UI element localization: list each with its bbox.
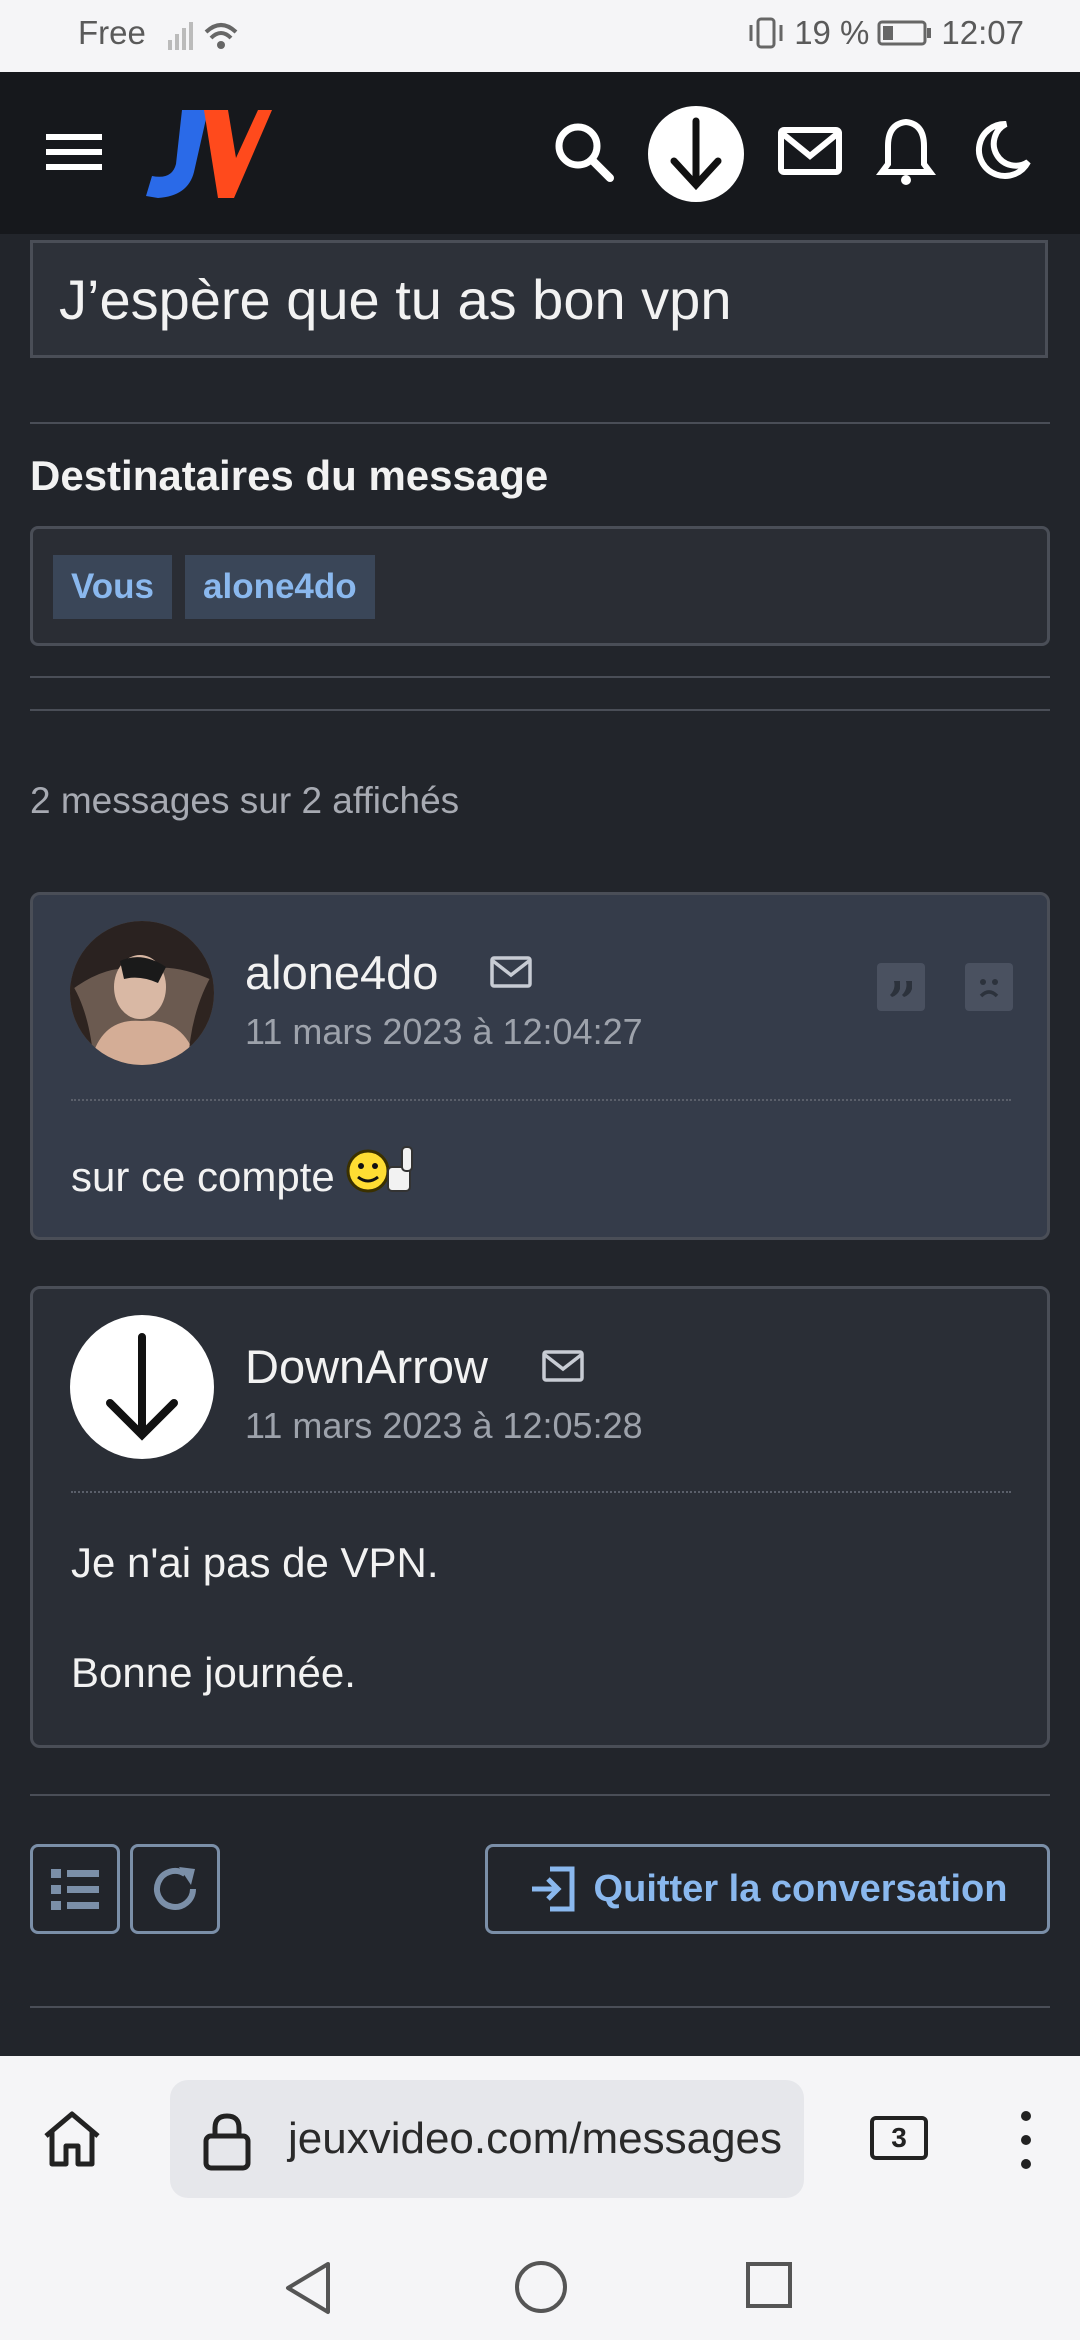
recipient-tag-you[interactable]: Vous bbox=[53, 555, 172, 619]
exit-door-icon bbox=[531, 1866, 575, 1912]
user-avatar-button[interactable] bbox=[648, 106, 744, 202]
battery-icon bbox=[877, 20, 932, 46]
vibrate-icon bbox=[749, 17, 783, 49]
system-nav-bar bbox=[0, 2236, 1080, 2340]
bell-icon[interactable] bbox=[876, 116, 936, 188]
smiley-thumbs-up-icon bbox=[346, 1146, 414, 1193]
divider bbox=[30, 2006, 1050, 2008]
recents-icon[interactable] bbox=[744, 2260, 796, 2312]
refresh-icon bbox=[154, 1867, 196, 1910]
message-date: 11 mars 2023 à 12:04:27 bbox=[245, 1011, 643, 1052]
search-icon[interactable] bbox=[552, 116, 616, 186]
messages-count: 2 messages sur 2 affichés bbox=[30, 780, 460, 821]
moon-icon[interactable] bbox=[972, 116, 1032, 186]
recipients-box: Vous alone4do bbox=[30, 526, 1050, 646]
quit-label: Quitter la conversation bbox=[593, 1867, 1008, 1910]
divider bbox=[30, 422, 1050, 424]
mail-icon[interactable] bbox=[778, 116, 842, 186]
site-header bbox=[0, 72, 1080, 234]
tab-count-button[interactable]: 3 bbox=[870, 2116, 928, 2160]
recipient-tag-user[interactable]: alone4do bbox=[185, 555, 375, 619]
refresh-button[interactable] bbox=[130, 1844, 220, 1934]
author-name[interactable]: alone4do bbox=[245, 945, 438, 1000]
author-avatar[interactable] bbox=[70, 1315, 214, 1459]
browser-toolbar: jeuxvideo.com/messages 3 bbox=[0, 2056, 1080, 2236]
list-button[interactable] bbox=[30, 1844, 120, 1934]
divider bbox=[30, 676, 1050, 678]
lock-icon bbox=[203, 2113, 251, 2171]
battery-percent: 19 % bbox=[794, 14, 870, 51]
divider bbox=[30, 1794, 1050, 1796]
quote-button[interactable] bbox=[877, 963, 925, 1011]
sad-face-icon bbox=[979, 979, 999, 998]
divider bbox=[30, 709, 1050, 711]
message-text: sur ce compte bbox=[71, 1145, 418, 1201]
list-icon bbox=[51, 1869, 99, 1910]
carrier-label: Free bbox=[78, 14, 146, 51]
separator bbox=[71, 1099, 1011, 1101]
message-text-line: Je n'ai pas de VPN. bbox=[71, 1539, 439, 1586]
status-bar: Free 19 % 12:07 bbox=[0, 0, 1080, 72]
quit-conversation-button[interactable]: Quitter la conversation bbox=[485, 1844, 1050, 1934]
author-avatar[interactable] bbox=[70, 921, 214, 1065]
report-button[interactable] bbox=[965, 963, 1013, 1011]
home-icon[interactable] bbox=[40, 2108, 104, 2170]
url-text: jeuxvideo.com/messages bbox=[288, 2114, 783, 2163]
topic-title: J’espère que tu as bon vpn bbox=[59, 268, 732, 331]
avatar-photo bbox=[70, 921, 214, 1065]
home-nav-icon[interactable] bbox=[512, 2258, 570, 2316]
down-arrow-icon bbox=[106, 1333, 178, 1441]
menu-icon[interactable] bbox=[46, 130, 104, 174]
author-name[interactable]: DownArrow bbox=[245, 1339, 488, 1394]
topic-title-box: J’espère que tu as bon vpn bbox=[30, 240, 1048, 358]
message-date: 11 mars 2023 à 12:05:28 bbox=[245, 1405, 643, 1446]
back-icon[interactable] bbox=[280, 2258, 338, 2318]
mail-icon[interactable] bbox=[489, 955, 533, 989]
separator bbox=[71, 1491, 1011, 1493]
quote-icon bbox=[890, 981, 912, 997]
more-options-icon[interactable] bbox=[1018, 2108, 1034, 2172]
clock: 12:07 bbox=[941, 14, 1024, 51]
mail-icon[interactable] bbox=[541, 1349, 585, 1383]
recipients-heading: Destinataires du message bbox=[30, 452, 549, 499]
signal-wifi-icon bbox=[168, 22, 238, 50]
message-card: DownArrow 11 mars 2023 à 12:05:28 Je n'a… bbox=[30, 1286, 1050, 1748]
message-card: alone4do 11 mars 2023 à 12:04:27 sur ce … bbox=[30, 892, 1050, 1240]
address-bar[interactable]: jeuxvideo.com/messages bbox=[170, 2080, 804, 2198]
down-arrow-icon bbox=[670, 117, 722, 191]
jv-logo[interactable] bbox=[142, 104, 272, 204]
message-text-line: Bonne journée. bbox=[71, 1649, 356, 1696]
